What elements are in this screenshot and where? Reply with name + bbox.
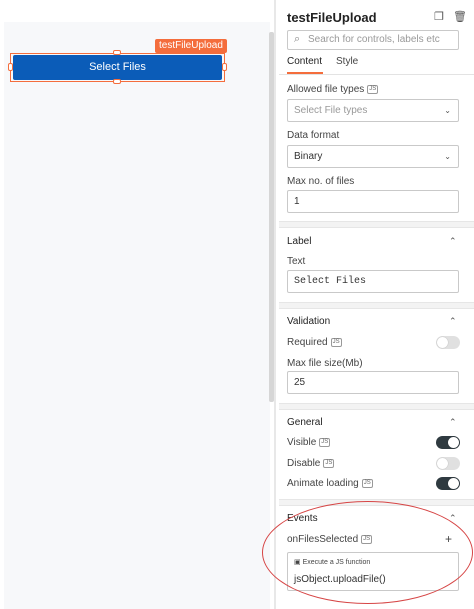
section-divider [279,403,474,410]
resize-handle-right[interactable] [222,63,227,71]
select-files-button[interactable]: Select Files [13,55,222,80]
disable-label: Disable JS [287,458,335,469]
section-divider [279,221,474,228]
tab-content[interactable]: Content [287,56,322,67]
chevron-up-icon[interactable]: ⌃ [449,236,457,247]
widget-name-tag[interactable]: testFileUpload [155,39,227,53]
copy-icon[interactable]: ❐ [434,10,444,23]
text-label: Text [287,256,306,267]
resize-handle-top[interactable] [113,50,121,55]
label-text-input[interactable]: Select Files [287,270,459,293]
max-file-size-label: Max file size(Mb) [287,358,363,369]
resize-handle-bottom[interactable] [113,79,121,84]
toggle-knob [437,458,448,469]
data-format-label: Data format [287,130,340,141]
data-format-select[interactable]: Binary ⌄ [287,145,459,168]
js-toggle[interactable]: JS [319,437,331,447]
resize-handle-left[interactable] [8,63,13,71]
js-toggle[interactable]: JS [367,84,379,94]
annotation-circle [262,501,473,604]
visible-toggle[interactable] [436,436,460,449]
disable-toggle[interactable] [436,457,460,470]
chevron-down-icon: ⌄ [444,152,451,161]
canvas: testFileUpload Select Files [0,0,270,609]
chevron-down-icon: ⌄ [444,106,451,115]
chevron-up-icon[interactable]: ⌃ [449,417,457,428]
chevron-up-icon[interactable]: ⌃ [449,316,457,327]
max-file-size-input[interactable]: 25 [287,371,459,394]
toggle-knob [448,437,459,448]
js-toggle[interactable]: JS [323,458,335,468]
widget-title[interactable]: testFileUpload [287,10,377,25]
trash-icon[interactable]: 🗑 [453,10,467,23]
section-divider [279,302,474,309]
max-files-input[interactable]: 1 [287,190,459,213]
general-section-title[interactable]: General [287,417,323,428]
visible-label: Visible JS [287,437,331,448]
divider [279,74,474,75]
tab-style[interactable]: Style [336,56,358,67]
toggle-knob [437,337,448,348]
allowed-file-types-select[interactable]: Select File types ⌄ [287,99,459,122]
required-toggle[interactable] [436,336,460,349]
pane-divider [274,0,276,609]
max-files-label: Max no. of files [287,176,355,187]
search-icon: ⌕ [294,33,301,45]
js-toggle[interactable]: JS [361,478,373,488]
label-section-title[interactable]: Label [287,236,311,247]
allowed-file-types-label: Allowed file types JS [287,84,379,95]
js-toggle[interactable]: JS [330,337,342,347]
required-label: Required JS [287,337,342,348]
search-input[interactable]: Search for controls, labels etc [287,30,459,50]
toggle-knob [448,478,459,489]
canvas-area[interactable] [4,22,270,609]
animate-loading-label: Animate loading JS [287,478,373,489]
animate-loading-toggle[interactable] [436,477,460,490]
validation-section-title[interactable]: Validation [287,316,330,327]
